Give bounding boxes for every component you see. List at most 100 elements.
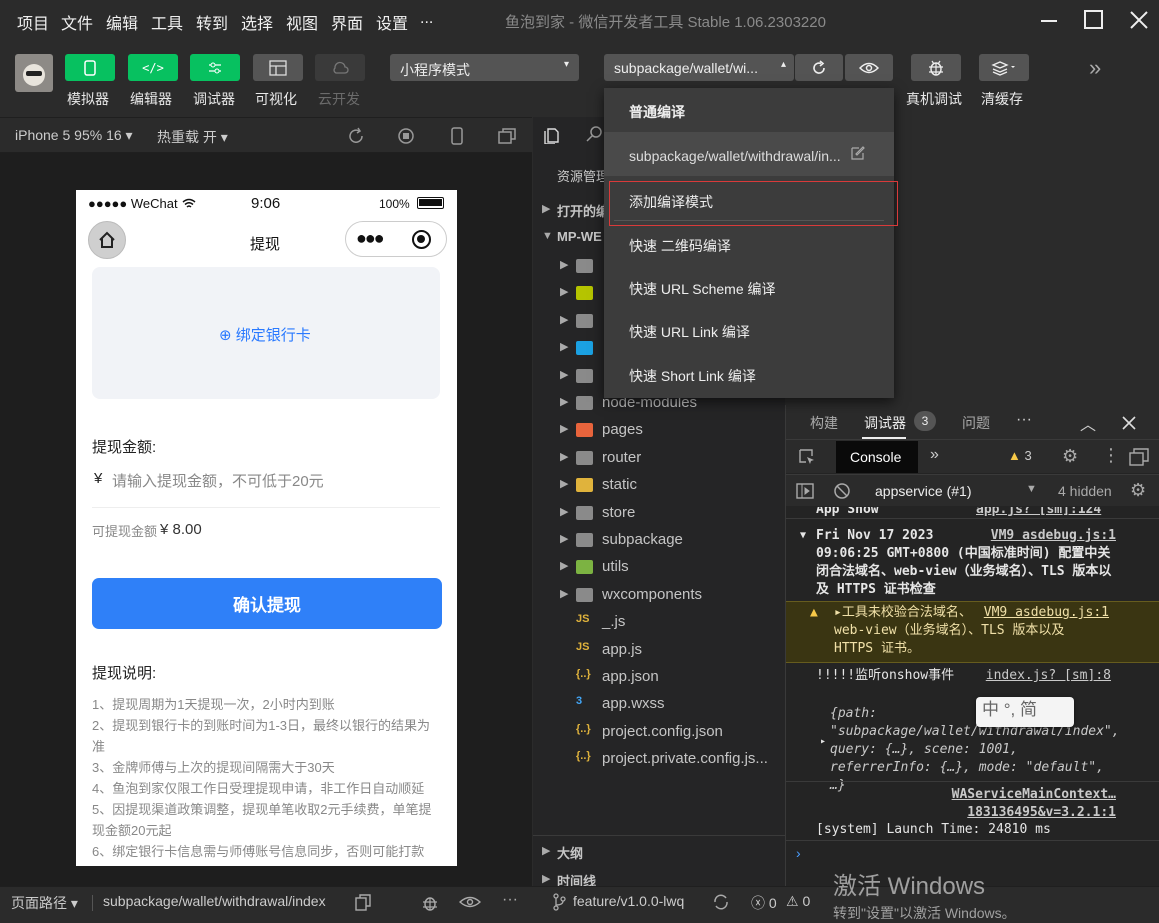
refresh-compile-button[interactable] — [795, 54, 843, 81]
menu-item-interface[interactable]: 界面 — [331, 10, 363, 34]
more-icon[interactable]: ··· — [502, 891, 518, 909]
stop-icon[interactable] — [397, 127, 415, 145]
tree-item[interactable]: ▶ static — [533, 473, 785, 499]
error-count[interactable]: ⓧ 0 — [751, 893, 777, 913]
edit-icon[interactable] — [850, 145, 866, 161]
console-source-link[interactable]: app.js? [sm]:124 — [976, 507, 1101, 519]
close-window-button[interactable] — [1127, 8, 1151, 32]
eye-icon[interactable] — [459, 895, 481, 909]
console-source-link[interactable]: index.js? [sm]:8 — [986, 667, 1111, 685]
simulator-button[interactable] — [65, 54, 115, 81]
tree-item[interactable]: ▶ utils — [533, 555, 785, 581]
console-tab[interactable]: Console — [836, 441, 918, 473]
git-branch[interactable]: feature/v1.0.0-lwq — [573, 893, 684, 909]
tree-item[interactable]: ▶ subpackage — [533, 528, 785, 554]
home-button[interactable] — [88, 221, 126, 259]
minimize-button[interactable] — [1037, 8, 1061, 32]
bug-icon[interactable] — [420, 893, 440, 913]
menu-item-tools[interactable]: 工具 — [151, 10, 183, 34]
menu-item-more[interactable]: ... — [420, 10, 433, 28]
cloud-button[interactable] — [315, 54, 365, 81]
debugger-button[interactable] — [190, 54, 240, 81]
bind-card-link[interactable]: ⊕ 绑定银行卡 — [219, 324, 311, 345]
sidebar-toggle-icon[interactable] — [796, 482, 814, 500]
tree-item[interactable]: ▶ pages — [533, 418, 785, 444]
tree-item[interactable]: ▶ router — [533, 446, 785, 472]
device-select[interactable]: iPhone 5 95% 16 ▾ — [15, 127, 133, 144]
chevron-up-icon[interactable]: ︿ — [1080, 411, 1096, 435]
tab-build[interactable]: 构建 — [810, 413, 838, 433]
warning-count[interactable]: ▲ 3 — [1008, 448, 1032, 463]
more-icon[interactable]: ··· — [1016, 411, 1032, 429]
ime-toolbar[interactable]: 中 °, 简 — [976, 697, 1074, 727]
editor-button[interactable]: </> — [128, 54, 178, 81]
compile-select[interactable]: subpackage/wallet/wi... ▴ — [604, 54, 794, 81]
tree-item[interactable]: JS _.js — [533, 610, 785, 636]
context-select[interactable]: appservice (#1) — [875, 483, 972, 499]
hot-reload-toggle[interactable]: 热重载 开 ▾ — [157, 127, 228, 147]
menu-item-view[interactable]: 视图 — [286, 10, 318, 34]
visual-button[interactable] — [253, 54, 303, 81]
copy-icon[interactable] — [355, 894, 371, 911]
outline-section[interactable]: ▶ 大纲 — [533, 840, 785, 866]
bind-card-box[interactable]: ⊕ 绑定银行卡 — [92, 267, 440, 399]
kebab-icon[interactable]: ⋮ — [1102, 445, 1120, 466]
window-icon[interactable] — [497, 127, 517, 145]
console-output: App Show app.js? [sm]:124 ▼ VM9 asdebug.… — [786, 507, 1159, 886]
dd-url-link-compile[interactable]: 快速 URL Link 编译 — [604, 313, 894, 353]
real-debug-button[interactable] — [911, 54, 961, 81]
tree-item[interactable]: ▶ wxcomponents — [533, 583, 785, 609]
dd-add-compile-mode[interactable]: 添加编译模式 — [604, 184, 894, 224]
avatar[interactable] — [15, 54, 53, 92]
menu-item-file[interactable]: 文件 — [61, 10, 93, 34]
tree-item[interactable]: {..} project.config.json — [533, 720, 785, 746]
dd-current-compile[interactable]: subpackage/wallet/withdrawal/in... — [604, 132, 894, 176]
confirm-withdraw-button[interactable]: 确认提现 — [92, 578, 442, 629]
dock-icon[interactable] — [1129, 448, 1149, 466]
close-capsule-button[interactable] — [412, 230, 431, 249]
dd-normal-compile[interactable]: 普通编译 — [604, 88, 894, 132]
tree-item[interactable]: JS app.js — [533, 638, 785, 664]
amount-input[interactable]: 请输入提现金额，不可低于20元 — [112, 470, 324, 491]
warning-count-status[interactable]: ⚠ 0 — [786, 893, 810, 910]
files-icon[interactable] — [543, 126, 561, 144]
clear-cache-button[interactable] — [979, 54, 1029, 81]
search-icon[interactable] — [585, 125, 603, 143]
hidden-count[interactable]: 4 hidden — [1058, 483, 1112, 499]
menu-item-goto[interactable]: 转到 — [196, 10, 228, 34]
close-icon[interactable] — [1122, 416, 1136, 430]
console-source-link[interactable]: VM9 asdebug.js:1 — [991, 527, 1116, 545]
tree-item[interactable]: 3 app.wxss — [533, 692, 785, 718]
more-dots-icon[interactable]: ●●● — [356, 228, 385, 249]
console-source-link[interactable]: VM9 asdebug.js:1 — [984, 604, 1109, 622]
tree-item[interactable]: {..} project.private.config.js... — [533, 747, 785, 773]
folder-icon — [576, 423, 593, 438]
clear-console-icon[interactable] — [833, 482, 851, 500]
tree-item[interactable]: {..} app.json — [533, 665, 785, 691]
rotate-icon[interactable] — [347, 127, 365, 145]
menu-item-project[interactable]: 项目 — [17, 10, 49, 34]
dd-url-scheme-compile[interactable]: 快速 URL Scheme 编译 — [604, 270, 894, 310]
page-path-select[interactable]: 页面路径 ▾ — [11, 893, 78, 913]
preview-button[interactable] — [845, 54, 893, 81]
menu-item-edit[interactable]: 编辑 — [106, 10, 138, 34]
dd-qr-compile[interactable]: 快速 二维码编译 — [604, 227, 894, 267]
menu-item-settings[interactable]: 设置 — [376, 10, 408, 34]
more-chevron-icon[interactable]: » — [1089, 55, 1101, 81]
dd-short-link-compile[interactable]: 快速 Short Link 编译 — [604, 356, 894, 396]
console-prompt[interactable]: › — [796, 845, 801, 861]
maximize-button[interactable] — [1082, 8, 1106, 32]
more-tabs-icon[interactable]: » — [930, 446, 939, 464]
editor-label: 编辑器 — [130, 91, 172, 107]
gear-icon[interactable]: ⚙ — [1130, 480, 1146, 501]
menu-item-select[interactable]: 选择 — [241, 10, 273, 34]
sync-icon[interactable] — [712, 893, 730, 911]
console-source-link[interactable]: WAServiceMainContext…183136495&v=3.2.1:1 — [826, 786, 1116, 822]
device-icon[interactable] — [450, 126, 464, 146]
tab-issues[interactable]: 问题 — [962, 413, 990, 433]
tree-item[interactable]: ▶ store — [533, 501, 785, 527]
inspect-icon[interactable] — [798, 448, 816, 466]
mode-select[interactable]: 小程序模式 ▾ — [390, 54, 579, 81]
gear-icon[interactable]: ⚙ — [1062, 446, 1078, 467]
tab-debugger[interactable]: 调试器 — [864, 413, 906, 433]
